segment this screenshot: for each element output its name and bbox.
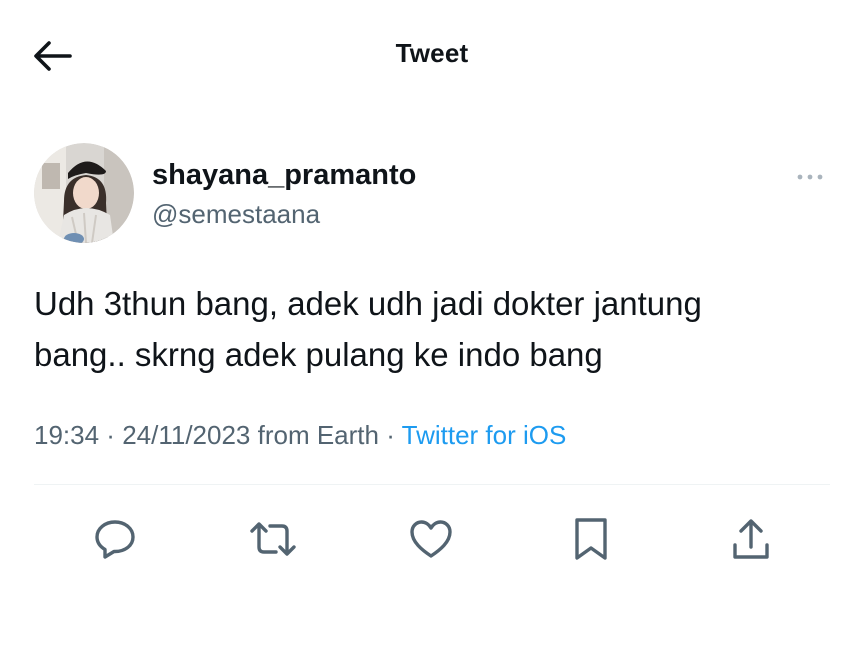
avatar[interactable] [34, 143, 134, 243]
tweet-detail-page: Tweet shayana_pramanto @semestaana Udh 3… [0, 0, 864, 648]
like-icon [410, 520, 452, 558]
more-button[interactable] [790, 163, 830, 191]
share-icon [733, 519, 769, 559]
tweet-time[interactable]: 19:34 [34, 420, 99, 450]
author-handle[interactable]: @semestaana [152, 199, 320, 230]
bookmark-button[interactable] [566, 514, 616, 564]
tweet-location: from Earth [250, 420, 379, 450]
meta-separator: · [99, 420, 123, 450]
avatar-photo [34, 143, 134, 243]
divider [34, 484, 830, 485]
tweet-text: Udh 3thun bang, adek udh jadi dokter jan… [34, 285, 702, 373]
tweet-actions-bar [34, 508, 830, 568]
reply-icon [95, 520, 135, 559]
bookmark-icon [575, 518, 607, 560]
reply-button[interactable] [90, 514, 140, 564]
tweet-metadata: 19:34 · 24/11/2023 from Earth · Twitter … [34, 420, 566, 451]
tweet-source-link[interactable]: Twitter for iOS [402, 420, 567, 450]
retweet-button[interactable] [248, 514, 298, 564]
author-display-name[interactable]: shayana_pramanto [152, 159, 416, 192]
page-title: Tweet [395, 38, 469, 68]
tweet-author: shayana_pramanto @semestaana [34, 143, 834, 243]
tweet-date[interactable]: 24/11/2023 [122, 420, 250, 450]
like-button[interactable] [406, 514, 456, 564]
meta-separator: · [378, 420, 402, 450]
share-button[interactable] [726, 514, 776, 564]
header-bar: Tweet [0, 0, 864, 110]
more-horizontal-icon [797, 174, 823, 180]
retweet-icon [250, 522, 296, 556]
